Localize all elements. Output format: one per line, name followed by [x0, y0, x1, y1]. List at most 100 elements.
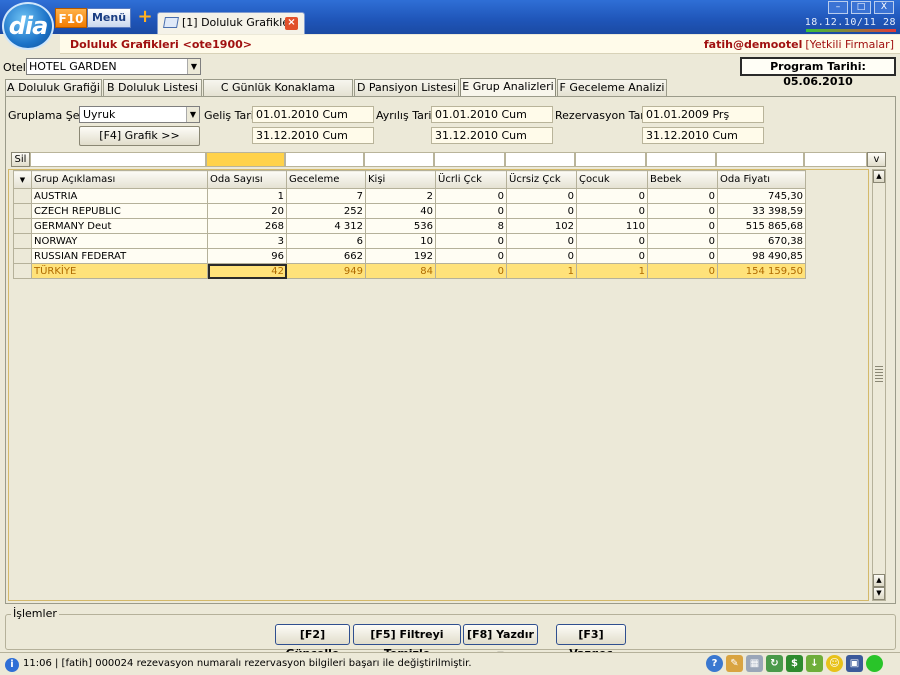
table-cell[interactable]: TÜRKİYE [31, 263, 208, 279]
table-row[interactable]: NORWAY 3 6 10 0 0 0 0 670,38 [13, 233, 806, 249]
column-header[interactable]: Geceleme [286, 170, 366, 189]
scroll-grip[interactable] [875, 366, 883, 384]
filter-cell[interactable] [285, 152, 364, 167]
column-header[interactable]: Oda Fiyatı [717, 170, 806, 189]
row-indicator[interactable] [13, 188, 32, 204]
table-cell[interactable]: 8 [435, 218, 507, 234]
filter-cell[interactable] [575, 152, 646, 167]
table-cell[interactable]: 0 [647, 188, 718, 204]
tools-icon[interactable]: ✎ [726, 655, 743, 672]
table-cell[interactable]: 0 [576, 248, 648, 264]
chevron-down-icon[interactable]: ▼ [186, 107, 199, 122]
table-cell[interactable]: 0 [506, 203, 577, 219]
calculator-icon[interactable]: ▦ [746, 655, 763, 672]
row-indicator[interactable] [13, 248, 32, 264]
row-indicator[interactable] [13, 218, 32, 234]
add-tab-icon[interactable]: + [137, 8, 153, 26]
column-header[interactable]: Bebek [647, 170, 718, 189]
column-header[interactable]: Ücrsiz Çck [506, 170, 577, 189]
filter-cell[interactable] [30, 152, 206, 167]
filter-cell[interactable] [505, 152, 575, 167]
close-window-icon[interactable]: X [874, 1, 894, 14]
scroll-up-icon[interactable]: ▲ [873, 574, 885, 587]
row-indicator[interactable] [13, 233, 32, 249]
arrival-to-field[interactable]: 31.12.2010 Cum [252, 127, 374, 144]
table-cell[interactable]: 670,38 [717, 233, 806, 249]
update-button[interactable]: [F2] Güncelle [275, 624, 350, 660]
table-cell[interactable]: 1 [506, 263, 577, 279]
table-cell[interactable]: 4 312 [286, 218, 366, 234]
column-header[interactable]: Grup Açıklaması [31, 170, 208, 189]
filter-cell[interactable] [716, 152, 804, 167]
table-cell[interactable]: 0 [576, 188, 648, 204]
filter-cell[interactable] [804, 152, 867, 167]
table-cell[interactable]: 154 159,50 [717, 263, 806, 279]
table-cell[interactable]: 252 [286, 203, 366, 219]
scroll-down-icon[interactable]: ▼ [873, 587, 885, 600]
table-cell[interactable]: 0 [435, 263, 507, 279]
table-cell[interactable]: CZECH REPUBLIC [31, 203, 208, 219]
table-cell[interactable]: 0 [576, 233, 648, 249]
table-cell[interactable]: 0 [435, 188, 507, 204]
tab-doluluk-grafigi[interactable]: A Doluluk Grafiği [5, 79, 102, 97]
scroll-up-icon[interactable]: ▲ [873, 170, 885, 183]
vertical-scrollbar[interactable]: ▲ ▲ ▼ [872, 169, 886, 601]
clear-filter-button[interactable]: [F5] Filtreyi Temizle [353, 624, 461, 660]
filter-cell[interactable] [434, 152, 505, 167]
departure-from-field[interactable]: 01.01.2010 Cum [431, 106, 553, 123]
tab-pansiyon-listesi[interactable]: D Pansiyon Listesi [354, 79, 459, 97]
row-indicator[interactable] [13, 263, 32, 279]
authorized-firms-link[interactable]: [Yetkili Firmalar] [805, 38, 894, 51]
table-cell[interactable]: 0 [647, 233, 718, 249]
tab-grup-analizleri[interactable]: E Grup Analizleri [460, 78, 556, 97]
column-header[interactable]: Ücrli Çck [435, 170, 507, 189]
table-cell[interactable]: 84 [365, 263, 436, 279]
grouping-select[interactable]: Uyruk ▼ [79, 106, 200, 123]
chevron-down-icon[interactable]: ▼ [187, 59, 200, 74]
table-cell[interactable]: 949 [286, 263, 366, 279]
document-tab[interactable]: [1] Doluluk Grafikleri × [157, 12, 305, 34]
sort-indicator-icon[interactable]: ▼ [13, 170, 32, 189]
filter-cell[interactable] [646, 152, 716, 167]
print-button[interactable]: [F8] Yazdır ▼ [463, 624, 538, 659]
help-icon[interactable]: ? [706, 655, 723, 672]
table-cell[interactable]: 0 [506, 248, 577, 264]
tab-gunluk-konaklama[interactable]: C Günlük Konaklama Listesi [203, 79, 353, 110]
table-cell[interactable]: 0 [506, 233, 577, 249]
table-cell[interactable]: 3 [207, 233, 287, 249]
reservation-from-field[interactable]: 01.01.2009 Prş [642, 106, 764, 123]
table-cell[interactable]: 2 [365, 188, 436, 204]
table-cell[interactable]: 0 [647, 248, 718, 264]
table-cell[interactable]: 33 398,59 [717, 203, 806, 219]
table-cell[interactable]: AUSTRIA [31, 188, 208, 204]
table-cell[interactable]: 7 [286, 188, 366, 204]
table-cell[interactable]: 6 [286, 233, 366, 249]
refresh-icon[interactable]: ↻ [766, 655, 783, 672]
table-cell[interactable]: 515 865,68 [717, 218, 806, 234]
table-cell[interactable]: 268 [207, 218, 287, 234]
table-cell[interactable]: 0 [647, 263, 718, 279]
cancel-button[interactable]: [F3] Vazgeç [556, 624, 626, 660]
column-header[interactable]: Oda Sayısı [207, 170, 287, 189]
table-cell[interactable]: 0 [435, 233, 507, 249]
table-cell[interactable]: GERMANY Deut [31, 218, 208, 234]
departure-to-field[interactable]: 31.12.2010 Cum [431, 127, 553, 144]
table-cell[interactable]: 536 [365, 218, 436, 234]
maximize-icon[interactable]: □ [851, 1, 871, 14]
graph-button[interactable]: [F4] Grafik >> [79, 126, 200, 146]
column-header[interactable]: Kişi [365, 170, 436, 189]
table-row[interactable]: GERMANY Deut 268 4 312 536 8 102 110 0 5… [13, 218, 806, 234]
table-row[interactable]: CZECH REPUBLIC 20 252 40 0 0 0 0 33 398,… [13, 203, 806, 219]
reservation-to-field[interactable]: 31.12.2010 Cum [642, 127, 764, 144]
sil-button[interactable]: Sil [11, 152, 30, 167]
table-cell[interactable]: 20 [207, 203, 287, 219]
smiley-icon[interactable]: ☺ [826, 655, 843, 672]
lock-icon[interactable]: ▣ [846, 655, 863, 672]
minimize-icon[interactable]: – [828, 1, 848, 14]
table-cell[interactable]: 662 [286, 248, 366, 264]
table-cell[interactable]: 0 [576, 203, 648, 219]
tab-doluluk-listesi[interactable]: B Doluluk Listesi [103, 79, 202, 97]
table-cell[interactable]: 102 [506, 218, 577, 234]
arrival-from-field[interactable]: 01.01.2010 Cum [252, 106, 374, 123]
download-icon[interactable]: ↓ [806, 655, 823, 672]
